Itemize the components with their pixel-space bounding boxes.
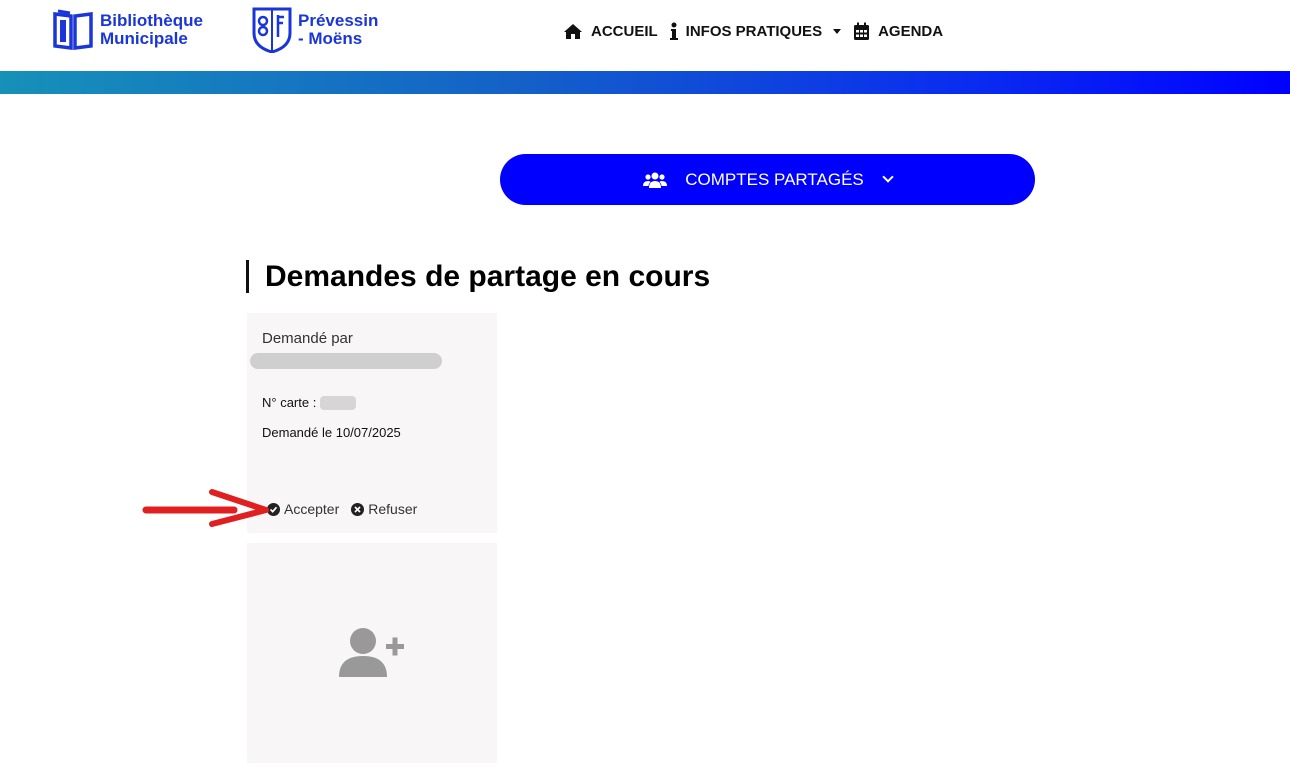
request-actions: Accepter Refuser <box>267 501 417 517</box>
city-line-2: - Moëns <box>298 29 363 48</box>
home-icon <box>564 23 582 39</box>
nav-infos-pratiques[interactable]: INFOS PRATIQUES <box>669 22 842 41</box>
share-request-card: Demandé par N° carte : Demandé le 10/07/… <box>247 313 497 533</box>
nav-accueil-label: ACCUEIL <box>591 22 658 40</box>
chevron-down-icon <box>882 171 894 183</box>
prevessin-logo[interactable]: Prévessin - Moëns <box>252 7 378 53</box>
add-user-icon <box>339 628 404 677</box>
close-circle-icon <box>351 502 365 516</box>
redacted-card-number <box>320 395 357 410</box>
nav-agenda[interactable]: AGENDA <box>853 22 943 41</box>
card-number-label: N° carte : <box>262 395 317 410</box>
nav-accueil[interactable]: ACCUEIL <box>563 23 658 40</box>
refuse-label: Refuser <box>368 501 418 517</box>
red-arrow-annotation <box>142 489 269 527</box>
refuse-button[interactable]: Refuser <box>351 501 417 517</box>
header-gradient-banner <box>0 71 1290 94</box>
redacted-requester-name <box>250 353 442 369</box>
bibliotheque-logo[interactable]: Bibliothèque Municipale <box>52 8 203 52</box>
card-number-row: N° carte : <box>262 395 357 410</box>
info-icon <box>669 22 678 40</box>
caret-down-icon <box>833 28 842 34</box>
logo-line-2: Municipale <box>100 29 188 48</box>
nav-agenda-label: AGENDA <box>878 22 944 40</box>
book-icon <box>53 9 93 50</box>
logo-line-1: Bibliothèque <box>100 11 203 30</box>
accept-button[interactable]: Accepter <box>267 501 339 517</box>
requested-by-label: Demandé par <box>262 330 353 347</box>
city-crest-icon <box>252 7 292 53</box>
request-date: Demandé le 10/07/2025 <box>262 425 401 440</box>
accept-label: Accepter <box>284 501 340 517</box>
main-nav: ACCUEIL INFOS PRATIQUES AGENDA <box>563 18 955 44</box>
page-title: Demandes de partage en cours <box>246 260 710 293</box>
city-line-1: Prévessin <box>298 11 379 30</box>
site-header: Bibliothèque Municipale Prévessin - Moën… <box>0 0 1290 71</box>
users-icon <box>643 172 668 188</box>
add-shared-account-card[interactable] <box>247 543 497 763</box>
comptes-partages-dropdown[interactable]: COMPTES PARTAGÉS <box>500 154 1035 205</box>
comptes-partages-label: COMPTES PARTAGÉS <box>685 169 864 189</box>
calendar-icon <box>854 22 870 40</box>
nav-infos-label: INFOS PRATIQUES <box>685 22 823 40</box>
